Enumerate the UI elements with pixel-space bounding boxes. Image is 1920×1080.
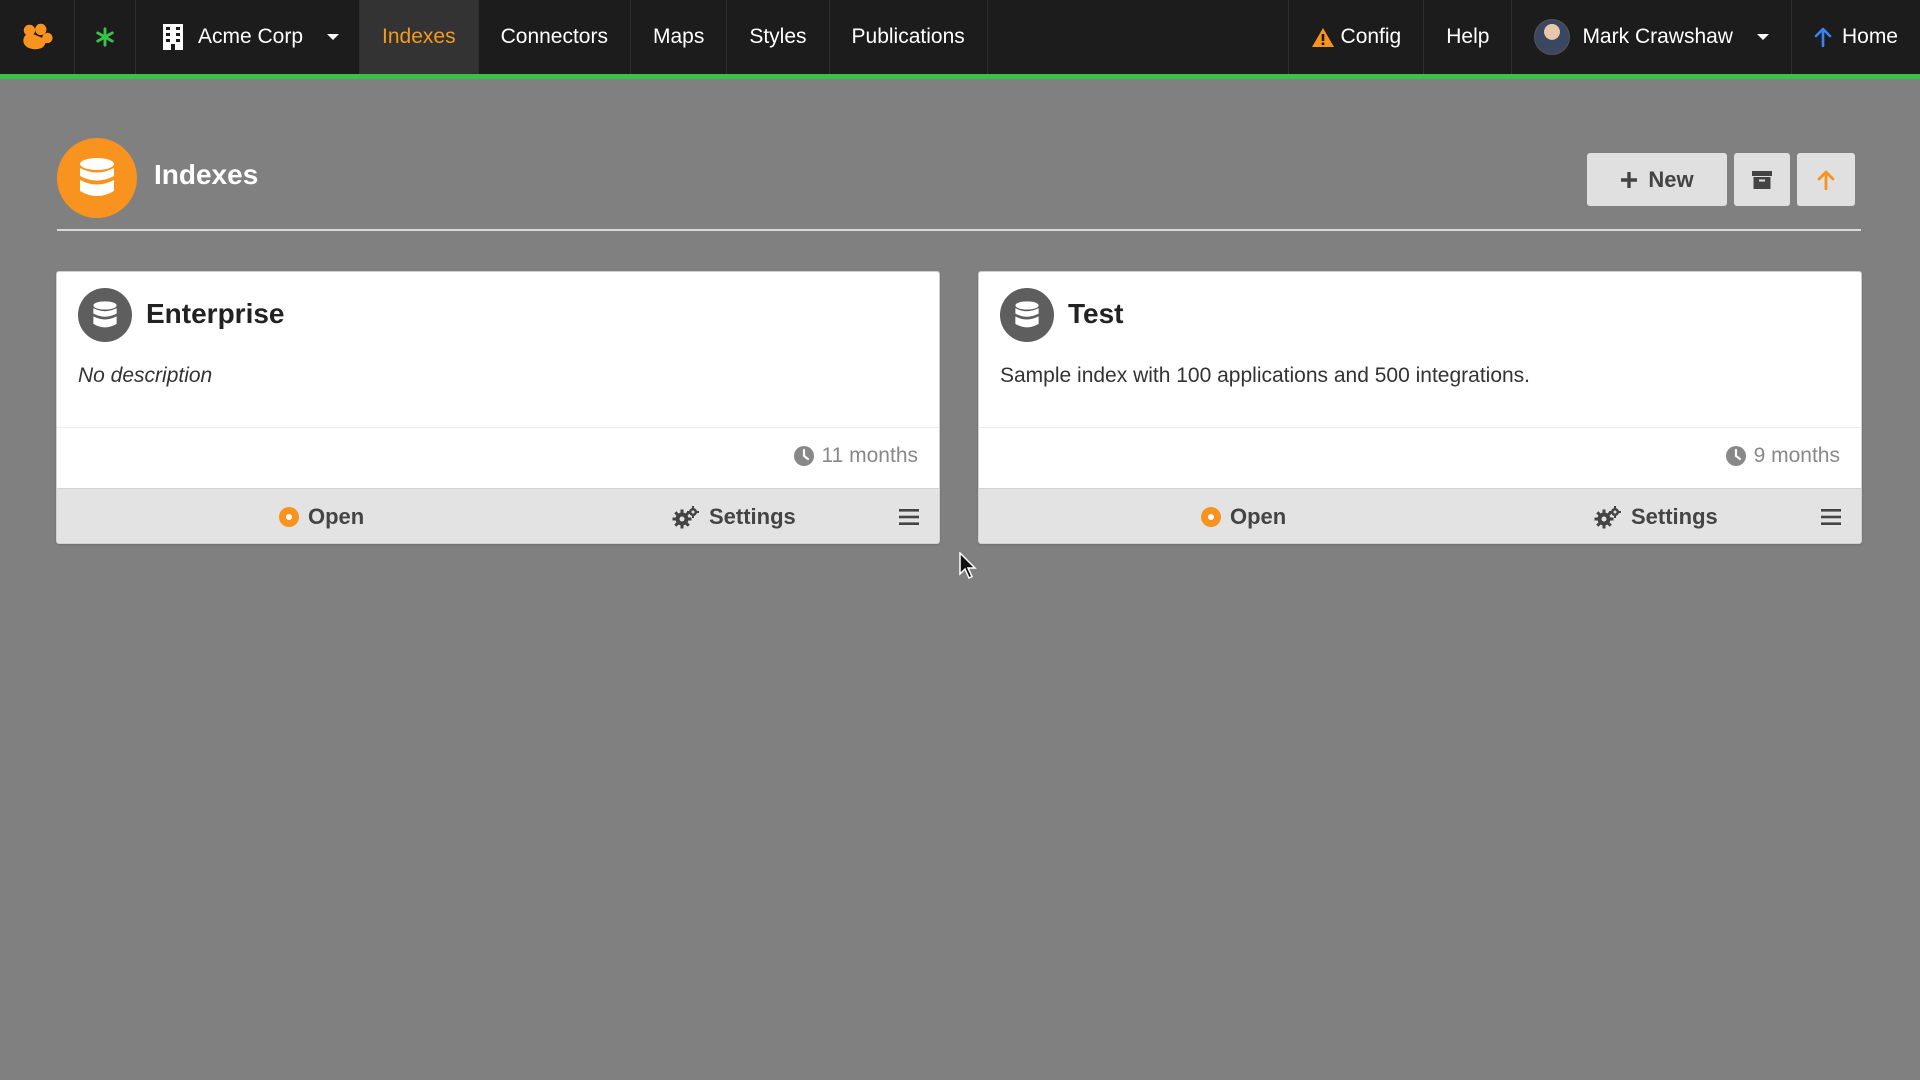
page-title: Indexes — [154, 159, 259, 190]
gears-icon — [672, 505, 699, 528]
nav-item-label: Styles — [749, 25, 807, 48]
nav-item-label: Indexes — [382, 25, 456, 48]
card-footer: Open Settings — [57, 488, 939, 543]
open-button[interactable]: Open — [1201, 489, 1287, 543]
open-label: Open — [1230, 503, 1287, 529]
help-label: Help — [1446, 25, 1490, 48]
open-dot-icon — [1201, 506, 1221, 527]
card-divider — [979, 427, 1861, 428]
app-logo-button[interactable] — [0, 0, 75, 74]
warning-icon — [1311, 27, 1334, 47]
card-title[interactable]: Test — [1068, 298, 1124, 330]
card-menu-button[interactable] — [899, 489, 919, 543]
asterisk-icon — [96, 27, 114, 47]
avatar — [1534, 19, 1571, 55]
card-menu-button[interactable] — [1821, 489, 1841, 543]
config-link[interactable]: Config — [1287, 0, 1424, 74]
settings-button[interactable]: Settings — [672, 489, 796, 543]
paw-logo-icon — [23, 23, 53, 50]
settings-button[interactable]: Settings — [1594, 489, 1718, 543]
database-icon — [80, 158, 114, 196]
chevron-down-icon — [327, 34, 340, 40]
card-description: Sample index with 100 applications and 5… — [1000, 364, 1531, 387]
card-divider — [57, 427, 939, 428]
card-age: 11 months — [821, 444, 919, 467]
nav-item-connectors[interactable]: Connectors — [479, 0, 631, 74]
card-footer: Open Settings — [979, 488, 1861, 543]
gears-icon — [1594, 505, 1621, 528]
nav-item-indexes[interactable]: Indexes — [360, 0, 479, 74]
open-label: Open — [308, 503, 365, 529]
chevron-down-icon — [1756, 34, 1769, 40]
home-label: Home — [1841, 25, 1898, 48]
index-card-enterprise[interactable]: Enterprise No description 11 months Open — [56, 271, 940, 544]
archive-icon — [1752, 170, 1772, 189]
open-button[interactable]: Open — [279, 489, 365, 543]
settings-label: Settings — [709, 503, 796, 529]
card-title[interactable]: Enterprise — [146, 298, 285, 330]
nav-item-maps[interactable]: Maps — [631, 0, 728, 74]
import-button[interactable] — [1797, 153, 1855, 206]
card-age: 9 months — [1753, 444, 1840, 467]
arrow-up-icon — [1817, 170, 1835, 190]
card-last-modified: 11 months — [793, 444, 919, 468]
new-button-label: New — [1648, 166, 1694, 192]
settings-label: Settings — [1631, 503, 1718, 529]
hamburger-icon — [1821, 508, 1841, 525]
header-divider — [57, 229, 1861, 231]
mouse-cursor-icon — [959, 552, 977, 580]
config-label: Config — [1340, 25, 1402, 48]
card-icon — [78, 288, 132, 342]
card-description: No description — [78, 364, 213, 387]
nav-item-label: Publications — [851, 25, 965, 48]
card-icon — [1000, 288, 1054, 342]
plus-icon — [1621, 171, 1638, 188]
page-header-icon — [57, 138, 137, 218]
database-icon — [93, 301, 117, 328]
help-link[interactable]: Help — [1423, 0, 1511, 74]
org-switcher[interactable]: Acme Corp — [136, 0, 361, 74]
nav-item-label: Maps — [652, 25, 705, 48]
arrow-up-icon — [1814, 27, 1832, 47]
clock-icon — [1725, 446, 1746, 466]
top-navbar: Acme Corp Indexes Connectors Maps Styles… — [0, 0, 1920, 79]
hamburger-icon — [899, 508, 919, 525]
nav-item-styles[interactable]: Styles — [727, 0, 830, 74]
user-menu[interactable]: Mark Crawshaw — [1511, 0, 1791, 74]
home-link[interactable]: Home — [1790, 0, 1920, 74]
building-icon — [163, 24, 183, 50]
card-last-modified: 9 months — [1725, 444, 1840, 468]
nav-item-label: Connectors — [500, 25, 608, 48]
database-icon — [1015, 301, 1039, 328]
org-name: Acme Corp — [198, 25, 304, 48]
index-card-test[interactable]: Test Sample index with 100 applications … — [978, 271, 1862, 544]
nav-item-publications[interactable]: Publications — [830, 0, 988, 74]
quick-action-button[interactable] — [75, 0, 136, 74]
new-index-button[interactable]: New — [1587, 153, 1727, 206]
archive-button[interactable] — [1734, 153, 1790, 206]
clock-icon — [793, 446, 814, 466]
open-dot-icon — [279, 506, 299, 527]
user-name: Mark Crawshaw — [1582, 25, 1733, 48]
